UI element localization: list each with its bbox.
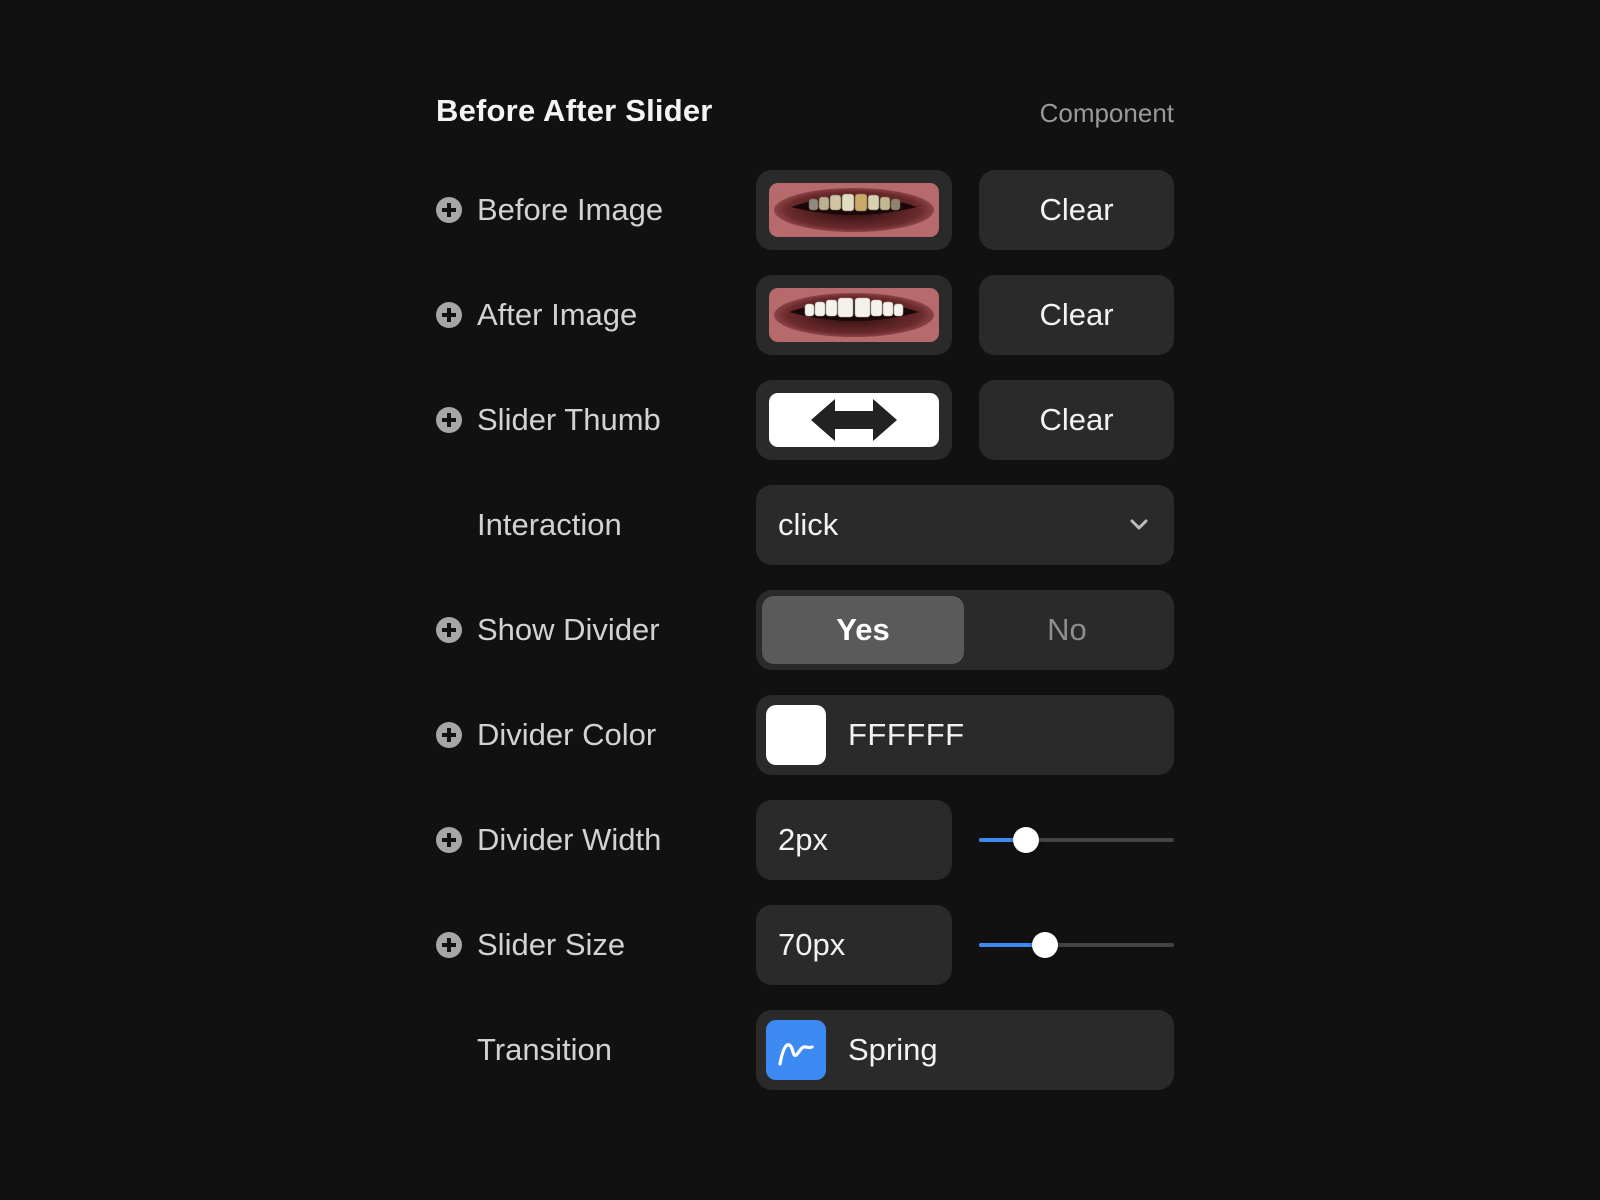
show-divider-segmented-control: Yes No bbox=[756, 590, 1174, 670]
slider-size-slider[interactable] bbox=[979, 905, 1174, 985]
slider-thumb-preview bbox=[769, 393, 939, 447]
slider-knob[interactable] bbox=[1032, 932, 1058, 958]
row-before-image: Before Image Clear bbox=[436, 170, 1174, 250]
slider-thumb-label: Slider Thumb bbox=[477, 402, 661, 437]
before-image-label: Before Image bbox=[477, 192, 664, 227]
slider-thumb-clear-button[interactable]: Clear bbox=[979, 380, 1174, 460]
double-arrow-icon bbox=[811, 399, 897, 441]
after-image-clear-button[interactable]: Clear bbox=[979, 275, 1174, 355]
row-slider-thumb: Slider Thumb Clear bbox=[436, 380, 1174, 460]
divider-width-input[interactable]: 2px bbox=[756, 800, 952, 880]
plus-circle-icon[interactable] bbox=[436, 302, 462, 328]
slider-size-label: Slider Size bbox=[477, 927, 626, 962]
row-label: Show Divider bbox=[436, 590, 660, 670]
show-divider-label: Show Divider bbox=[477, 612, 660, 647]
interaction-value: click bbox=[778, 507, 839, 542]
before-image-thumbnail bbox=[769, 183, 939, 237]
chevron-down-icon bbox=[1130, 519, 1148, 530]
slider-knob[interactable] bbox=[1013, 827, 1039, 853]
row-slider-size: Slider Size 70px bbox=[436, 905, 1174, 985]
slider-size-value: 70px bbox=[778, 927, 846, 962]
after-image-label: After Image bbox=[477, 297, 638, 332]
panel-subtitle: Component bbox=[1039, 98, 1174, 128]
row-transition: Transition Spring bbox=[436, 1010, 1174, 1090]
row-divider-width: Divider Width 2px bbox=[436, 800, 1174, 880]
divider-width-label: Divider Width bbox=[477, 822, 662, 857]
divider-color-label: Divider Color bbox=[477, 717, 657, 752]
row-divider-color: Divider Color FFFFFF bbox=[436, 695, 1174, 775]
divider-width-value: 2px bbox=[778, 822, 828, 857]
divider-color-input[interactable]: FFFFFF bbox=[756, 695, 1174, 775]
transition-value: Spring bbox=[848, 1032, 938, 1067]
plus-circle-icon[interactable] bbox=[436, 407, 462, 433]
interaction-label: Interaction bbox=[477, 507, 622, 542]
divider-width-slider[interactable] bbox=[979, 800, 1174, 880]
row-interaction: Interaction click bbox=[436, 485, 1174, 565]
slider-thumb-picker[interactable] bbox=[756, 380, 952, 460]
show-divider-yes-option[interactable]: Yes bbox=[762, 596, 964, 664]
panel-title: Before After Slider bbox=[436, 93, 713, 128]
properties-panel: Before After Slider Component Before Ima… bbox=[436, 80, 1174, 1090]
row-label: Transition bbox=[436, 1010, 612, 1090]
after-image-thumbnail bbox=[769, 288, 939, 342]
interaction-select[interactable]: click bbox=[756, 485, 1174, 565]
plus-circle-icon[interactable] bbox=[436, 197, 462, 223]
before-image-picker[interactable] bbox=[756, 170, 952, 250]
plus-circle-icon[interactable] bbox=[436, 722, 462, 748]
spring-curve-icon bbox=[766, 1020, 826, 1080]
row-label: After Image bbox=[436, 275, 637, 355]
transition-picker[interactable]: Spring bbox=[756, 1010, 1174, 1090]
transition-label: Transition bbox=[477, 1032, 612, 1067]
row-label: Divider Color bbox=[436, 695, 656, 775]
row-show-divider: Show Divider Yes No bbox=[436, 590, 1174, 670]
color-swatch[interactable] bbox=[766, 705, 826, 765]
divider-color-value: FFFFFF bbox=[848, 717, 965, 752]
show-divider-no-option[interactable]: No bbox=[966, 596, 1168, 664]
row-label: Interaction bbox=[436, 485, 622, 565]
row-label: Slider Thumb bbox=[436, 380, 661, 460]
plus-circle-icon[interactable] bbox=[436, 617, 462, 643]
after-image-picker[interactable] bbox=[756, 275, 952, 355]
row-label: Slider Size bbox=[436, 905, 625, 985]
row-label: Before Image bbox=[436, 170, 663, 250]
plus-circle-icon[interactable] bbox=[436, 932, 462, 958]
panel-header: Before After Slider Component bbox=[436, 80, 1174, 142]
slider-size-input[interactable]: 70px bbox=[756, 905, 952, 985]
row-label: Divider Width bbox=[436, 800, 661, 880]
plus-circle-icon[interactable] bbox=[436, 827, 462, 853]
row-after-image: After Image Clear bbox=[436, 275, 1174, 355]
before-image-clear-button[interactable]: Clear bbox=[979, 170, 1174, 250]
